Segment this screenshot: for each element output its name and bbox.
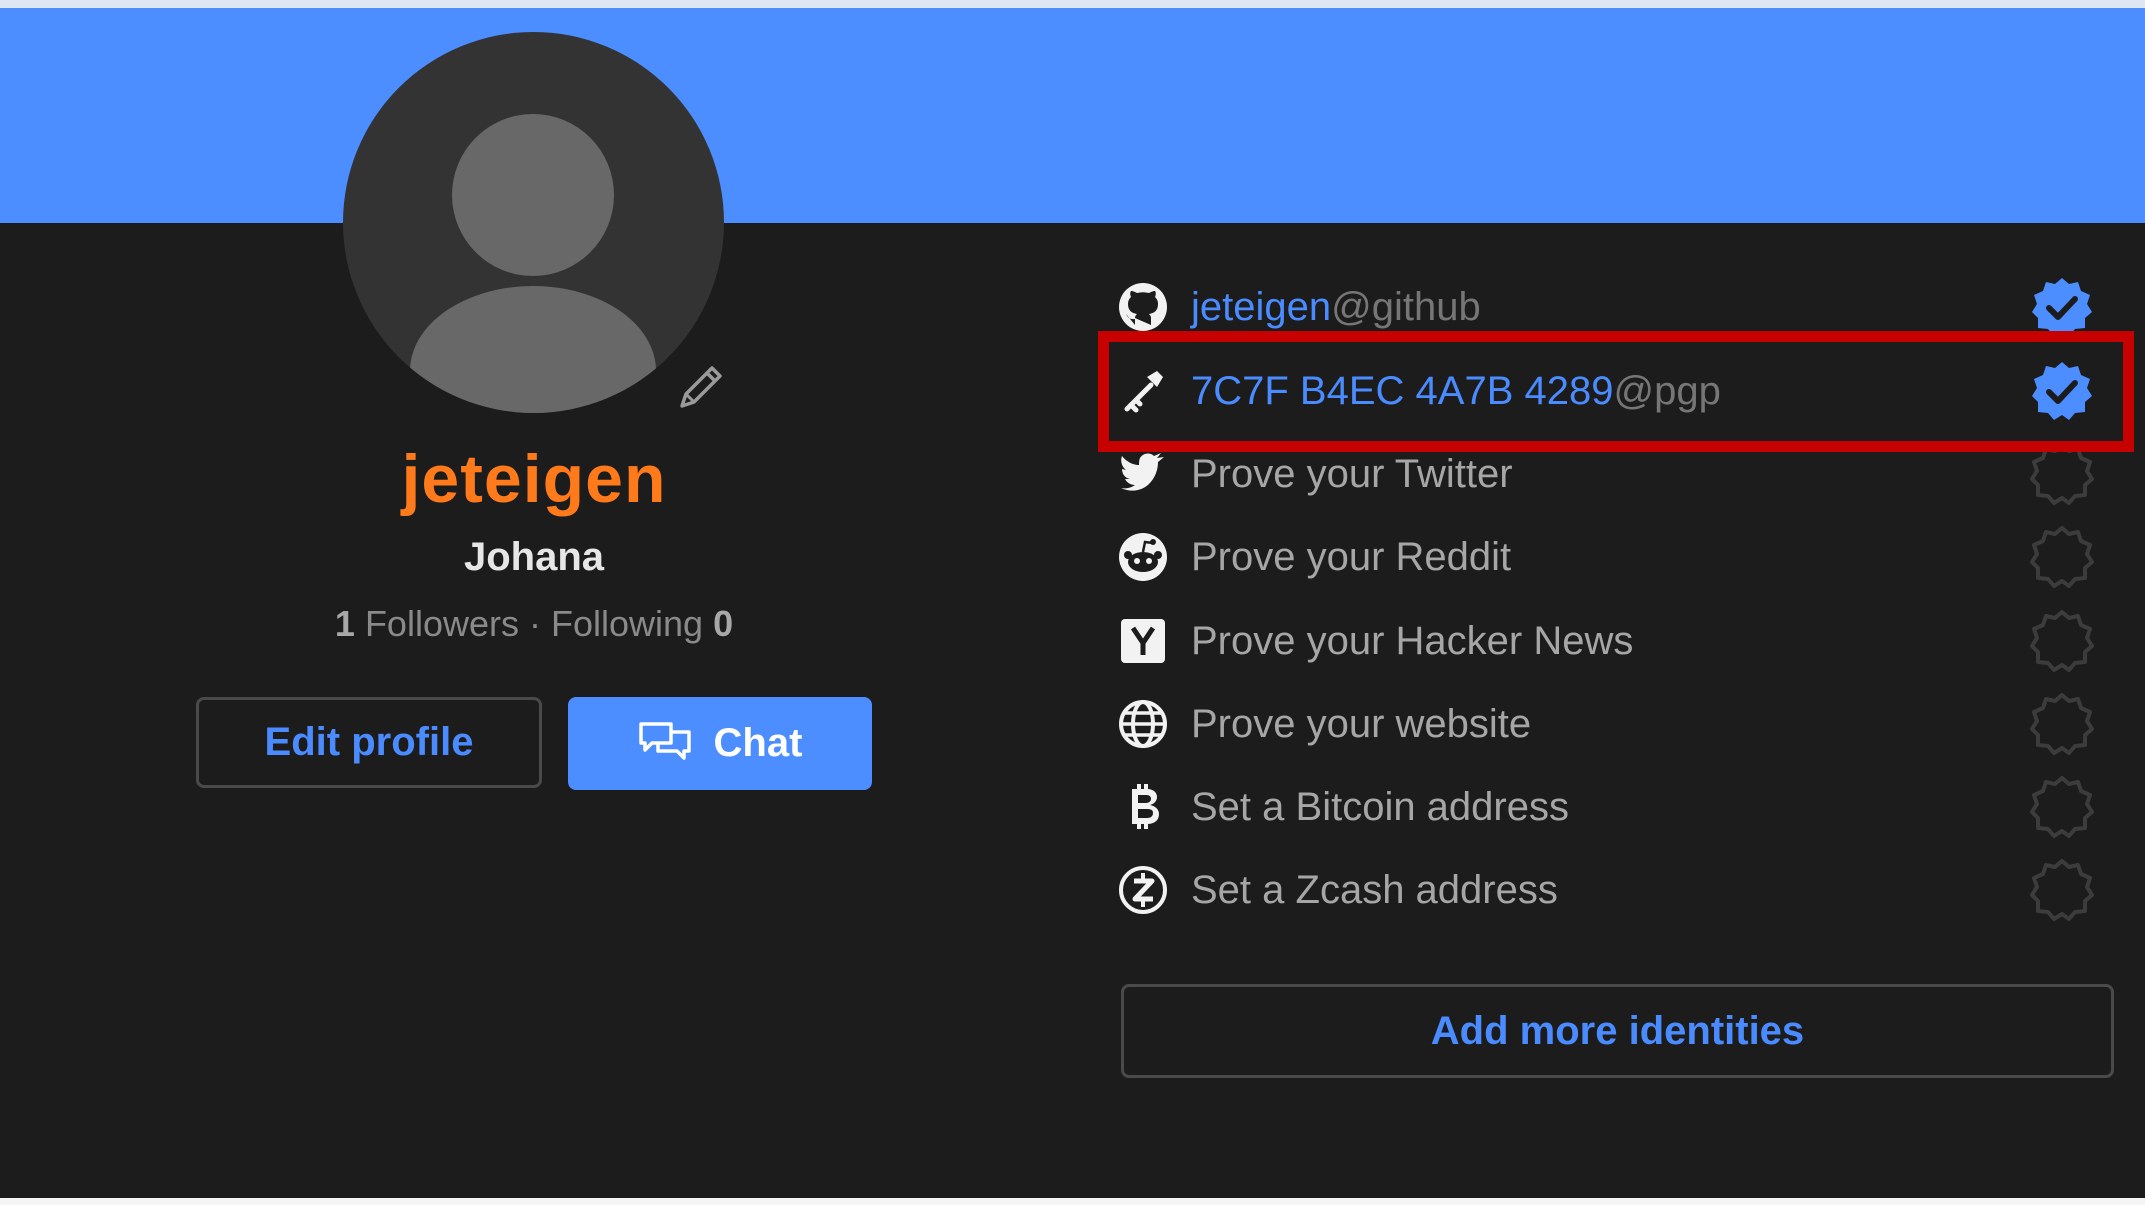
identity-bitcoin[interactable]: Set a Bitcoin address xyxy=(1115,767,2115,847)
identity-twitter[interactable]: Prove your Twitter xyxy=(1115,434,2115,514)
profile-banner xyxy=(0,8,2145,223)
chat-icon xyxy=(638,721,692,767)
prove-reddit-label: Prove your Reddit xyxy=(1191,534,1512,579)
key-icon xyxy=(1115,363,1171,419)
prove-website-label: Prove your website xyxy=(1191,701,1532,746)
reddit-icon xyxy=(1115,529,1171,585)
unverified-badge-icon xyxy=(2030,775,2094,839)
unverified-badge-icon xyxy=(2030,692,2094,756)
add-more-identities-label: Add more identities xyxy=(1430,1008,1805,1053)
globe-icon xyxy=(1115,696,1171,752)
hackernews-icon xyxy=(1115,613,1171,669)
bottom-border xyxy=(0,1198,2145,1205)
identity-github[interactable]: jeteigen@github xyxy=(1115,267,2115,347)
set-bitcoin-label: Set a Bitcoin address xyxy=(1191,784,1569,829)
edit-avatar-pencil-icon[interactable] xyxy=(670,358,730,418)
identity-hackernews[interactable]: Prove your Hacker News xyxy=(1115,601,2115,681)
top-border xyxy=(0,0,2145,8)
followers-count[interactable]: 1 xyxy=(335,603,355,644)
identity-github-label: jeteigen@github xyxy=(1191,285,1481,330)
unverified-badge-icon xyxy=(2030,525,2094,589)
follow-separator: · xyxy=(518,603,551,644)
set-zcash-label: Set a Zcash address xyxy=(1191,867,1558,912)
github-service: @github xyxy=(1331,284,1481,329)
following-count[interactable]: 0 xyxy=(713,603,733,644)
identity-pgp[interactable]: 7C7F B4EC 4A7B 4289@pgp xyxy=(1115,351,2115,431)
identity-website[interactable]: Prove your website xyxy=(1115,684,2115,764)
chat-button[interactable]: Chat xyxy=(568,697,872,790)
chat-label: Chat xyxy=(713,721,803,765)
github-icon xyxy=(1115,279,1171,335)
pgp-fingerprint[interactable]: 7C7F B4EC 4A7B 4289 xyxy=(1191,369,1613,413)
unverified-badge-icon xyxy=(2030,609,2094,673)
followers-label[interactable]: Followers xyxy=(365,603,519,644)
twitter-icon xyxy=(1115,446,1171,502)
following-label[interactable]: Following xyxy=(551,603,703,644)
add-more-identities-button[interactable]: Add more identities xyxy=(1121,984,2114,1078)
identity-pgp-label: 7C7F B4EC 4A7B 4289@pgp xyxy=(1191,369,1721,414)
edit-profile-label: Edit profile xyxy=(264,720,474,764)
avatar-head xyxy=(452,114,614,276)
edit-profile-button[interactable]: Edit profile xyxy=(196,697,542,788)
unverified-badge-icon xyxy=(2030,442,2094,506)
profile-page: jeteigen Johana 1 Followers · Following … xyxy=(0,0,2145,1205)
verified-badge-icon xyxy=(2030,275,2094,339)
zcash-icon xyxy=(1115,862,1171,918)
github-username[interactable]: jeteigen xyxy=(1191,285,1331,329)
avatar-body xyxy=(410,286,656,413)
prove-twitter-label: Prove your Twitter xyxy=(1191,451,1513,496)
identity-reddit[interactable]: Prove your Reddit xyxy=(1115,517,2115,597)
identity-zcash[interactable]: Set a Zcash address xyxy=(1115,850,2115,930)
prove-hackernews-label: Prove your Hacker News xyxy=(1191,618,1634,663)
unverified-badge-icon xyxy=(2030,858,2094,922)
follow-stats: 1 Followers · Following 0 xyxy=(0,603,1068,645)
bitcoin-icon xyxy=(1115,779,1171,835)
avatar[interactable] xyxy=(343,32,724,413)
full-name: Johana xyxy=(463,535,605,579)
verified-badge-icon xyxy=(2030,359,2094,423)
pgp-service: @pgp xyxy=(1613,368,1721,413)
username: jeteigen xyxy=(401,441,667,517)
